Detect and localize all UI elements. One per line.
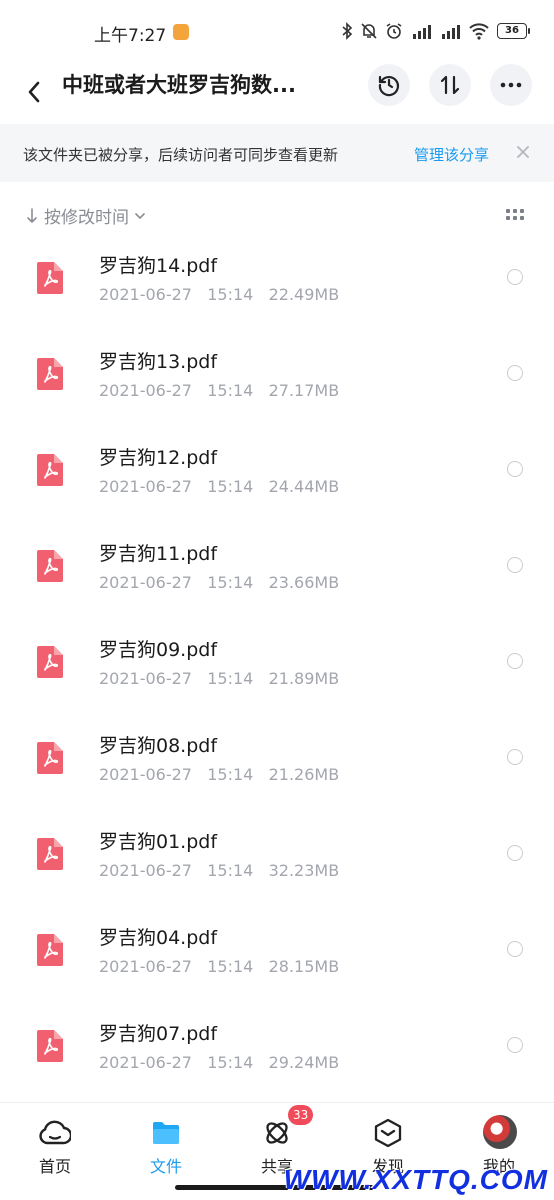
- share-count-badge: 33: [288, 1105, 314, 1125]
- file-list-item[interactable]: 罗吉狗11.pdf 2021-06-27 15:14 23.66MB: [0, 525, 554, 621]
- transfer-icon: [440, 75, 460, 95]
- status-bar: 上午7:27 36: [0, 0, 554, 62]
- file-meta: 2021-06-27 15:14 22.49MB: [99, 285, 340, 304]
- mute-bell-icon: [361, 23, 377, 39]
- sort-dropdown[interactable]: 按修改时间: [26, 203, 145, 228]
- bluetooth-icon: [342, 22, 353, 40]
- file-list-item[interactable]: 罗吉狗01.pdf 2021-06-27 15:14 32.23MB: [0, 813, 554, 909]
- chevron-left-icon: [28, 81, 40, 103]
- history-button[interactable]: [368, 64, 410, 106]
- discover-cube-icon: [372, 1117, 404, 1149]
- status-time: 上午7:27: [94, 26, 167, 46]
- select-checkbox[interactable]: [507, 461, 523, 477]
- file-meta: 2021-06-27 15:14 28.15MB: [99, 957, 340, 976]
- file-list-item[interactable]: 罗吉狗07.pdf 2021-06-27 15:14 29.24MB: [0, 1005, 554, 1101]
- select-checkbox[interactable]: [507, 941, 523, 957]
- file-meta: 2021-06-27 15:14 29.24MB: [99, 1053, 340, 1072]
- file-meta: 2021-06-27 15:14 32.23MB: [99, 861, 340, 880]
- pdf-file-icon: [37, 358, 63, 390]
- select-checkbox[interactable]: [507, 845, 523, 861]
- file-list: 罗吉狗14.pdf 2021-06-27 15:14 22.49MB 罗吉狗13.p…: [0, 237, 554, 1101]
- avatar: [483, 1115, 517, 1149]
- file-list-item[interactable]: 罗吉狗14.pdf 2021-06-27 15:14 22.49MB: [0, 237, 554, 333]
- pdf-file-icon: [37, 646, 63, 678]
- file-meta: 2021-06-27 15:14 27.17MB: [99, 381, 340, 400]
- transfer-button[interactable]: [429, 64, 471, 106]
- cloud-home-icon: [39, 1117, 71, 1149]
- close-icon: [517, 146, 529, 158]
- select-checkbox[interactable]: [507, 749, 523, 765]
- file-name: 罗吉狗11.pdf: [99, 543, 218, 565]
- nav-files-label: 文件: [149, 1157, 182, 1176]
- file-name: 罗吉狗01.pdf: [99, 831, 218, 853]
- manage-share-link[interactable]: 管理该分享: [414, 144, 489, 165]
- watermark-text: WWW.XXTTQ.COM: [283, 1164, 548, 1195]
- file-name: 罗吉狗08.pdf: [99, 735, 218, 757]
- share-notice-text: 该文件夹已被分享，后续访问者可同步查看更新: [23, 146, 339, 164]
- history-icon: [378, 75, 400, 97]
- wifi-icon: [469, 23, 489, 40]
- header: 中班或者大班罗吉狗数...: [0, 62, 554, 124]
- share-notice-banner: 该文件夹已被分享，后续访问者可同步查看更新 管理该分享: [0, 124, 554, 182]
- file-meta: 2021-06-27 15:14 24.44MB: [99, 477, 340, 496]
- alarm-icon: [386, 23, 402, 39]
- sort-bar: 按修改时间: [0, 190, 554, 238]
- pdf-file-icon: [37, 838, 63, 870]
- file-name: 罗吉狗04.pdf: [99, 927, 218, 949]
- folder-icon: [150, 1117, 182, 1149]
- sort-label: 按修改时间: [44, 208, 129, 228]
- pdf-file-icon: [37, 262, 63, 294]
- file-list-item[interactable]: 罗吉狗13.pdf 2021-06-27 15:14 27.17MB: [0, 333, 554, 429]
- pdf-file-icon: [37, 1030, 63, 1062]
- signal-1-icon: [413, 25, 431, 39]
- nav-home-label: 首页: [38, 1157, 71, 1176]
- page-title: 中班或者大班罗吉狗数...: [62, 73, 296, 97]
- pdf-file-icon: [37, 934, 63, 966]
- select-checkbox[interactable]: [507, 365, 523, 381]
- battery-level: 36: [497, 23, 527, 39]
- file-name: 罗吉狗07.pdf: [99, 1023, 218, 1045]
- pdf-file-icon: [37, 454, 63, 486]
- file-list-item[interactable]: 罗吉狗09.pdf 2021-06-27 15:14 21.89MB: [0, 621, 554, 717]
- file-name: 罗吉狗12.pdf: [99, 447, 218, 469]
- file-name: 罗吉狗09.pdf: [99, 639, 218, 661]
- file-meta: 2021-06-27 15:14 21.26MB: [99, 765, 340, 784]
- grid-view-button[interactable]: [506, 209, 524, 221]
- more-icon: [500, 82, 522, 88]
- arrow-down-icon: [27, 207, 37, 223]
- file-list-item[interactable]: 罗吉狗08.pdf 2021-06-27 15:14 21.26MB: [0, 717, 554, 813]
- select-checkbox[interactable]: [507, 557, 523, 573]
- file-list-item[interactable]: 罗吉狗04.pdf 2021-06-27 15:14 28.15MB: [0, 909, 554, 1005]
- share-orbit-icon: [261, 1117, 293, 1149]
- nav-home[interactable]: 首页: [0, 1103, 110, 1200]
- file-meta: 2021-06-27 15:14 21.89MB: [99, 669, 340, 688]
- back-button[interactable]: [16, 70, 52, 114]
- signal-2-icon: [442, 25, 460, 39]
- app-notification-icon: [173, 24, 189, 40]
- file-meta: 2021-06-27 15:14 23.66MB: [99, 573, 340, 592]
- chevron-down-icon: [135, 212, 145, 219]
- pdf-file-icon: [37, 550, 63, 582]
- select-checkbox[interactable]: [507, 1037, 523, 1053]
- pdf-file-icon: [37, 742, 63, 774]
- file-name: 罗吉狗13.pdf: [99, 351, 218, 373]
- file-list-item[interactable]: 罗吉狗12.pdf 2021-06-27 15:14 24.44MB: [0, 429, 554, 525]
- select-checkbox[interactable]: [507, 653, 523, 669]
- status-indicators: 36: [341, 20, 530, 42]
- more-button[interactable]: [490, 64, 532, 106]
- close-banner-button[interactable]: [514, 142, 532, 162]
- select-checkbox[interactable]: [507, 269, 523, 285]
- battery-icon: 36: [497, 23, 530, 39]
- file-name: 罗吉狗14.pdf: [99, 255, 218, 277]
